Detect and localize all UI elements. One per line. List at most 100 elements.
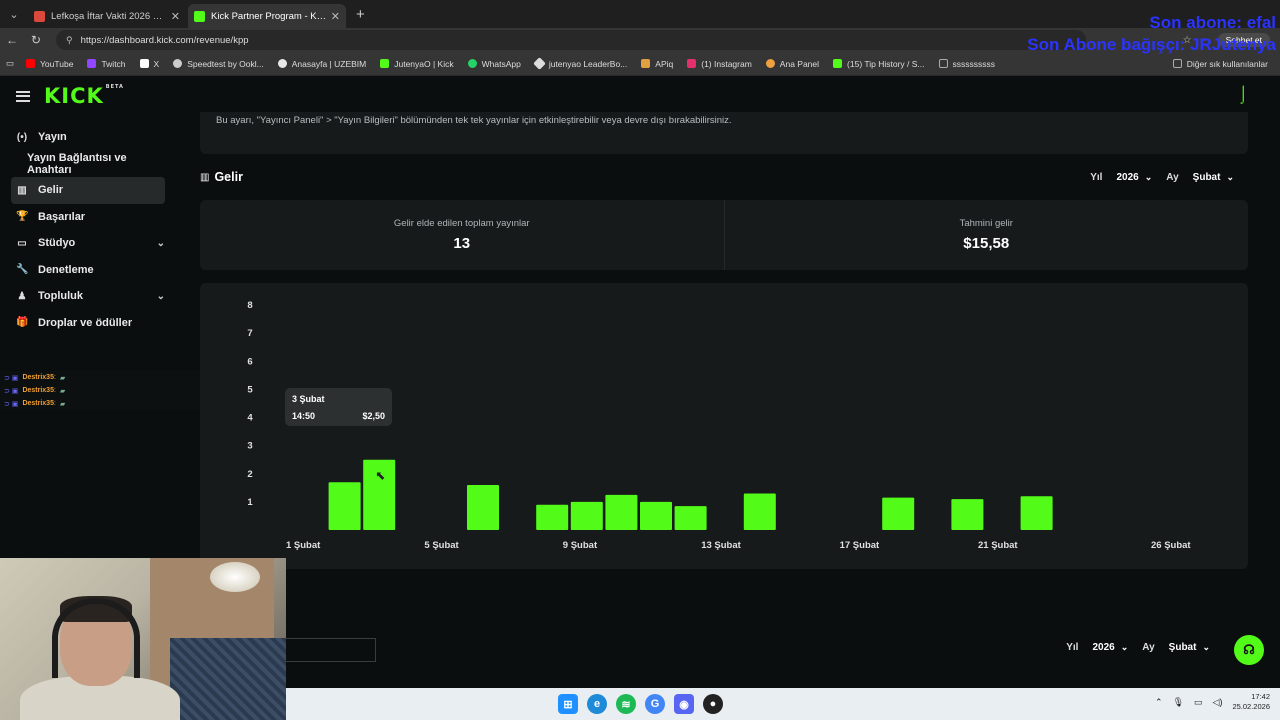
panel-icon xyxy=(765,59,775,68)
bookmark-apiq[interactable]: APiq xyxy=(641,59,673,69)
close-icon[interactable]: ✕ xyxy=(331,10,340,23)
bookmark-label: jutenyao LeaderBo... xyxy=(548,58,628,69)
sidebar-item-4[interactable]: ▭ Stüdyo ⌄ xyxy=(0,230,165,257)
revenue-bar[interactable] xyxy=(743,493,776,530)
bookmark-youtube[interactable]: YouTube xyxy=(26,59,73,69)
sidebar-item-label: Yayın xyxy=(38,131,67,144)
back-icon[interactable]: ← xyxy=(0,33,24,47)
bookmark-label: Speedtest by Ookl... xyxy=(187,58,264,69)
year-value: 2026 xyxy=(1116,171,1139,183)
bookmark-label: Diğer sık kullanılanlar xyxy=(1186,58,1268,69)
clock-date: 25.02.2026 xyxy=(1232,702,1270,711)
obs-icon[interactable]: ● xyxy=(703,694,723,714)
bookmark-instagram[interactable]: (1) Instagram xyxy=(687,59,752,69)
revenue-bar[interactable] xyxy=(1020,496,1053,530)
menu-icon[interactable] xyxy=(16,88,30,104)
revenue-bar[interactable] xyxy=(570,501,603,530)
revenue-bar[interactable] xyxy=(951,499,984,530)
bookmark-twitch[interactable]: Twitch xyxy=(87,59,126,69)
bookmark-folder[interactable]: ssssssssss xyxy=(938,59,995,69)
revenue-bar[interactable] xyxy=(536,504,569,530)
new-tab-button[interactable]: + xyxy=(356,4,365,28)
sidebar-item-7[interactable]: 🎁 Droplar ve ödüller xyxy=(0,310,165,337)
stream-overlay: Son abone: efal Son Abone bağışçı: JRJut… xyxy=(1027,12,1276,56)
x-tick-label: 13 Şubat xyxy=(701,540,741,551)
browser-tab-1[interactable]: Lefkoşa İftar Vakti 2026 Lefkoşa İm ✕ xyxy=(28,4,186,28)
folder-icon xyxy=(1172,59,1182,68)
year-select[interactable]: 2026 ⌄ xyxy=(1116,172,1152,183)
revenue-bar[interactable] xyxy=(674,506,707,530)
volume-icon[interactable]: ◁) xyxy=(1213,697,1223,708)
spotify-icon[interactable]: ≋ xyxy=(616,694,636,714)
bookmark-ana-panel[interactable]: Ana Panel xyxy=(765,59,819,69)
search-input[interactable] xyxy=(286,638,376,662)
revenue-bar[interactable] xyxy=(467,485,499,530)
folder-icon xyxy=(938,59,948,68)
sidebar-item-2[interactable]: ▥ Gelir xyxy=(11,177,165,204)
bookmark-leaderboard[interactable]: jutenyao LeaderBo... xyxy=(532,57,628,70)
tab-list-icon[interactable]: ⌄ xyxy=(0,0,28,28)
site-info-icon[interactable]: ⚲ xyxy=(66,35,73,46)
bottom-date-filters: Yıl 2026 ⌄ Ay Şubat ⌄ xyxy=(1066,642,1224,653)
x-tick-label: 5 Şubat xyxy=(424,540,459,551)
year-select[interactable]: 2026 ⌄ xyxy=(1092,642,1128,653)
uzebim-icon xyxy=(277,59,287,68)
bottom-filter-row: Yıl 2026 ⌄ Ay Şubat ⌄ ☊ xyxy=(286,635,1280,676)
bookmark-kick[interactable]: JutenyaO | Kick xyxy=(380,59,454,69)
studio-icon: ▭ xyxy=(17,237,27,249)
microphone-icon[interactable]: 🎙 xyxy=(1173,697,1184,708)
support-chat-icon[interactable]: ☊ xyxy=(1234,635,1264,665)
chat-overlay: ⊃ ▣ Destrix35: ▰ ⊃ ▣ Destrix35: ▰ ⊃ ▣ Destrix… xyxy=(0,371,200,410)
headphones-icon xyxy=(52,598,140,678)
bookmark-label: APiq xyxy=(655,58,674,69)
close-icon[interactable]: ✕ xyxy=(171,10,180,23)
bookmark-whatsapp[interactable]: WhatsApp xyxy=(467,59,521,69)
y-tick-label: 2 xyxy=(247,469,252,480)
whatsapp-icon xyxy=(467,59,477,68)
speedtest-icon xyxy=(173,59,183,68)
chevron-down-icon[interactable]: ⌄ xyxy=(157,291,165,302)
windows-taskbar: ⊞ e ≋ G ◉ ● ⌃ 🎙 ▭ ◁) 17:42 25.02.2026 xyxy=(286,688,1280,720)
chrome-icon[interactable]: G xyxy=(645,694,665,714)
sidebar-item-6[interactable]: ♟ Topluluk ⌄ xyxy=(0,283,165,310)
revenue-header: ▥ Gelir Yıl 2026 ⌄ Ay Şubat ⌄ xyxy=(200,154,1248,200)
browser-tab-2[interactable]: Kick Partner Program - Kick Dashb ✕ xyxy=(188,4,346,28)
bookmark-speedtest[interactable]: Speedtest by Ookl... xyxy=(173,59,264,69)
x-tick-label: 1 Şubat xyxy=(286,540,321,551)
date-filters: Yıl 2026 ⌄ Ay Şubat ⌄ xyxy=(1090,172,1248,183)
kick-mark-icon[interactable]: ⌡ xyxy=(1238,86,1248,104)
stat-label: Gelir elde edilen toplam yayınlar xyxy=(393,218,530,229)
y-tick-label: 7 xyxy=(247,328,252,339)
sidebar-item-1[interactable]: Yayın Bağlantısı ve Anahtarı xyxy=(0,151,165,178)
bookmark-uzebim[interactable]: Anasayfa | UZEBIM xyxy=(277,59,366,69)
bookmarks-sidebar-icon[interactable]: ▭ xyxy=(6,58,14,69)
y-tick-label: 4 xyxy=(247,413,253,424)
kick-logo[interactable]: KICK BETA xyxy=(44,84,124,108)
sidebar-item-3[interactable]: 🏆 Başarılar xyxy=(0,204,165,231)
bookmark-x[interactable]: X xyxy=(139,59,159,69)
chevron-up-icon[interactable]: ⌃ xyxy=(1155,697,1163,708)
sidebar-item-5[interactable]: 🔧 Denetleme xyxy=(0,257,165,284)
network-icon[interactable]: ▭ xyxy=(1194,697,1203,708)
webcam-feed xyxy=(0,558,286,720)
discord-icon[interactable]: ◉ xyxy=(674,694,694,714)
other-bookmarks[interactable]: Diğer sık kullanılanlar xyxy=(1172,58,1268,69)
chevron-down-icon[interactable]: ⌄ xyxy=(157,238,165,249)
windows-start-icon[interactable]: ⊞ xyxy=(558,694,578,714)
revenue-bar[interactable] xyxy=(640,501,672,530)
sidebar-item-0[interactable]: (•) Yayın xyxy=(0,124,165,151)
reload-icon[interactable]: ↻ xyxy=(24,33,48,47)
edge-icon[interactable]: e xyxy=(587,694,607,714)
month-select[interactable]: Şubat ⌄ xyxy=(1193,172,1234,183)
month-select[interactable]: Şubat ⌄ xyxy=(1169,642,1210,653)
chat-separator: : xyxy=(53,400,56,407)
y-tick-label: 1 xyxy=(247,497,253,508)
revenue-bar[interactable] xyxy=(328,482,361,530)
clock[interactable]: 17:42 25.02.2026 xyxy=(1232,692,1270,712)
last-subscriber: Son abone: efal xyxy=(1149,13,1276,32)
revenue-bar[interactable] xyxy=(882,497,915,530)
url-field[interactable]: ⚲ https://dashboard.kick.com/revenue/kpp xyxy=(56,30,1086,50)
bookmark-tip-history[interactable]: (15) Tip History / S... xyxy=(833,59,925,69)
revenue-bar[interactable] xyxy=(605,494,638,530)
year-value: 2026 xyxy=(1092,642,1115,653)
